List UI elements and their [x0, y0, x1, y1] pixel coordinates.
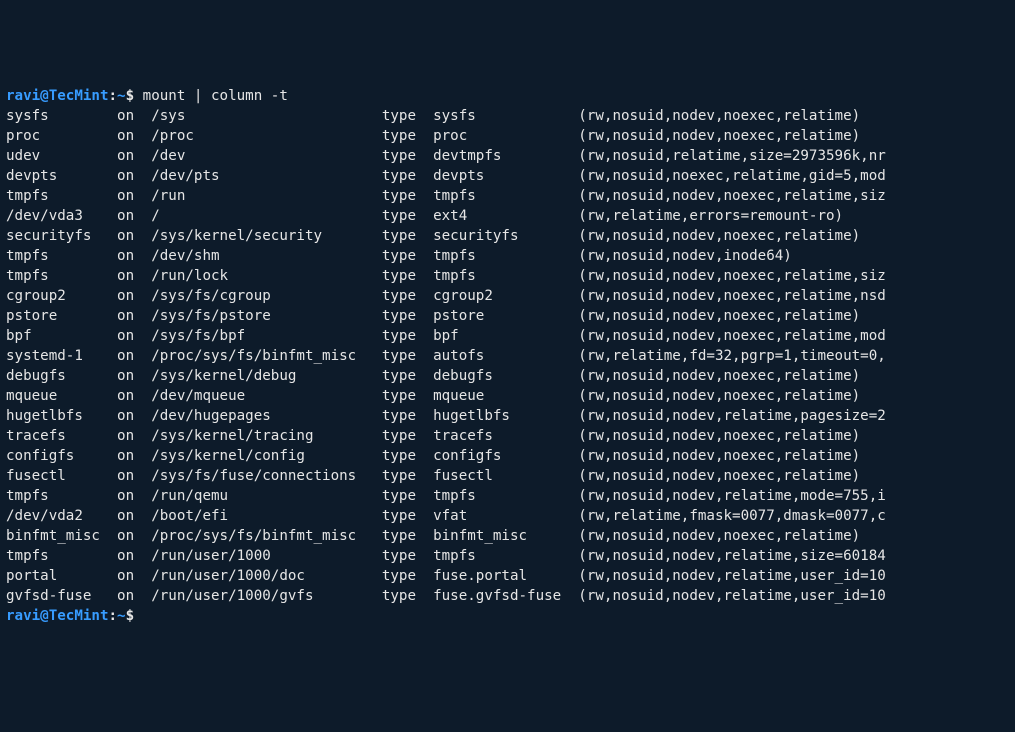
mount-row: configfs on /sys/kernel/config type conf…	[6, 446, 1015, 466]
prompt-path: ~	[117, 608, 126, 624]
mount-row: tmpfs on /dev/shm type tmpfs (rw,nosuid,…	[6, 246, 1015, 266]
mount-row: /dev/vda3 on / type ext4 (rw,relatime,er…	[6, 206, 1015, 226]
mount-row: tmpfs on /run/lock type tmpfs (rw,nosuid…	[6, 266, 1015, 286]
prompt-dollar: $	[126, 88, 135, 104]
mount-row: bpf on /sys/fs/bpf type bpf (rw,nosuid,n…	[6, 326, 1015, 346]
prompt-user: ravi@TecMint	[6, 608, 109, 624]
mount-row: tmpfs on /run/qemu type tmpfs (rw,nosuid…	[6, 486, 1015, 506]
mount-row: tmpfs on /run/user/1000 type tmpfs (rw,n…	[6, 546, 1015, 566]
mount-row: udev on /dev type devtmpfs (rw,nosuid,re…	[6, 146, 1015, 166]
mount-row: proc on /proc type proc (rw,nosuid,nodev…	[6, 126, 1015, 146]
mount-row: fusectl on /sys/fs/fuse/connections type…	[6, 466, 1015, 486]
prompt-path: ~	[117, 88, 126, 104]
mount-row: portal on /run/user/1000/doc type fuse.p…	[6, 566, 1015, 586]
mount-row: cgroup2 on /sys/fs/cgroup type cgroup2 (…	[6, 286, 1015, 306]
prompt-dollar: $	[126, 608, 135, 624]
mount-row: /dev/vda2 on /boot/efi type vfat (rw,rel…	[6, 506, 1015, 526]
mount-row: gvfsd-fuse on /run/user/1000/gvfs type f…	[6, 586, 1015, 606]
mount-row: tmpfs on /run type tmpfs (rw,nosuid,node…	[6, 186, 1015, 206]
prompt-user: ravi@TecMint	[6, 88, 109, 104]
mount-row: hugetlbfs on /dev/hugepages type hugetlb…	[6, 406, 1015, 426]
mount-row: securityfs on /sys/kernel/security type …	[6, 226, 1015, 246]
terminal-output: ravi@TecMint:~$ mount | column -tsysfs o…	[6, 86, 1015, 626]
prompt-line[interactable]: ravi@TecMint:~$	[6, 606, 1015, 626]
prompt-sep: :	[109, 88, 118, 104]
mount-row: systemd-1 on /proc/sys/fs/binfmt_misc ty…	[6, 346, 1015, 366]
mount-row: tracefs on /sys/kernel/tracing type trac…	[6, 426, 1015, 446]
prompt-line: ravi@TecMint:~$ mount | column -t	[6, 86, 1015, 106]
mount-row: binfmt_misc on /proc/sys/fs/binfmt_misc …	[6, 526, 1015, 546]
mount-row: sysfs on /sys type sysfs (rw,nosuid,node…	[6, 106, 1015, 126]
entered-command: mount | column -t	[134, 88, 288, 104]
mount-row: pstore on /sys/fs/pstore type pstore (rw…	[6, 306, 1015, 326]
prompt-sep: :	[109, 608, 118, 624]
mount-row: mqueue on /dev/mqueue type mqueue (rw,no…	[6, 386, 1015, 406]
mount-row: debugfs on /sys/kernel/debug type debugf…	[6, 366, 1015, 386]
mount-row: devpts on /dev/pts type devpts (rw,nosui…	[6, 166, 1015, 186]
